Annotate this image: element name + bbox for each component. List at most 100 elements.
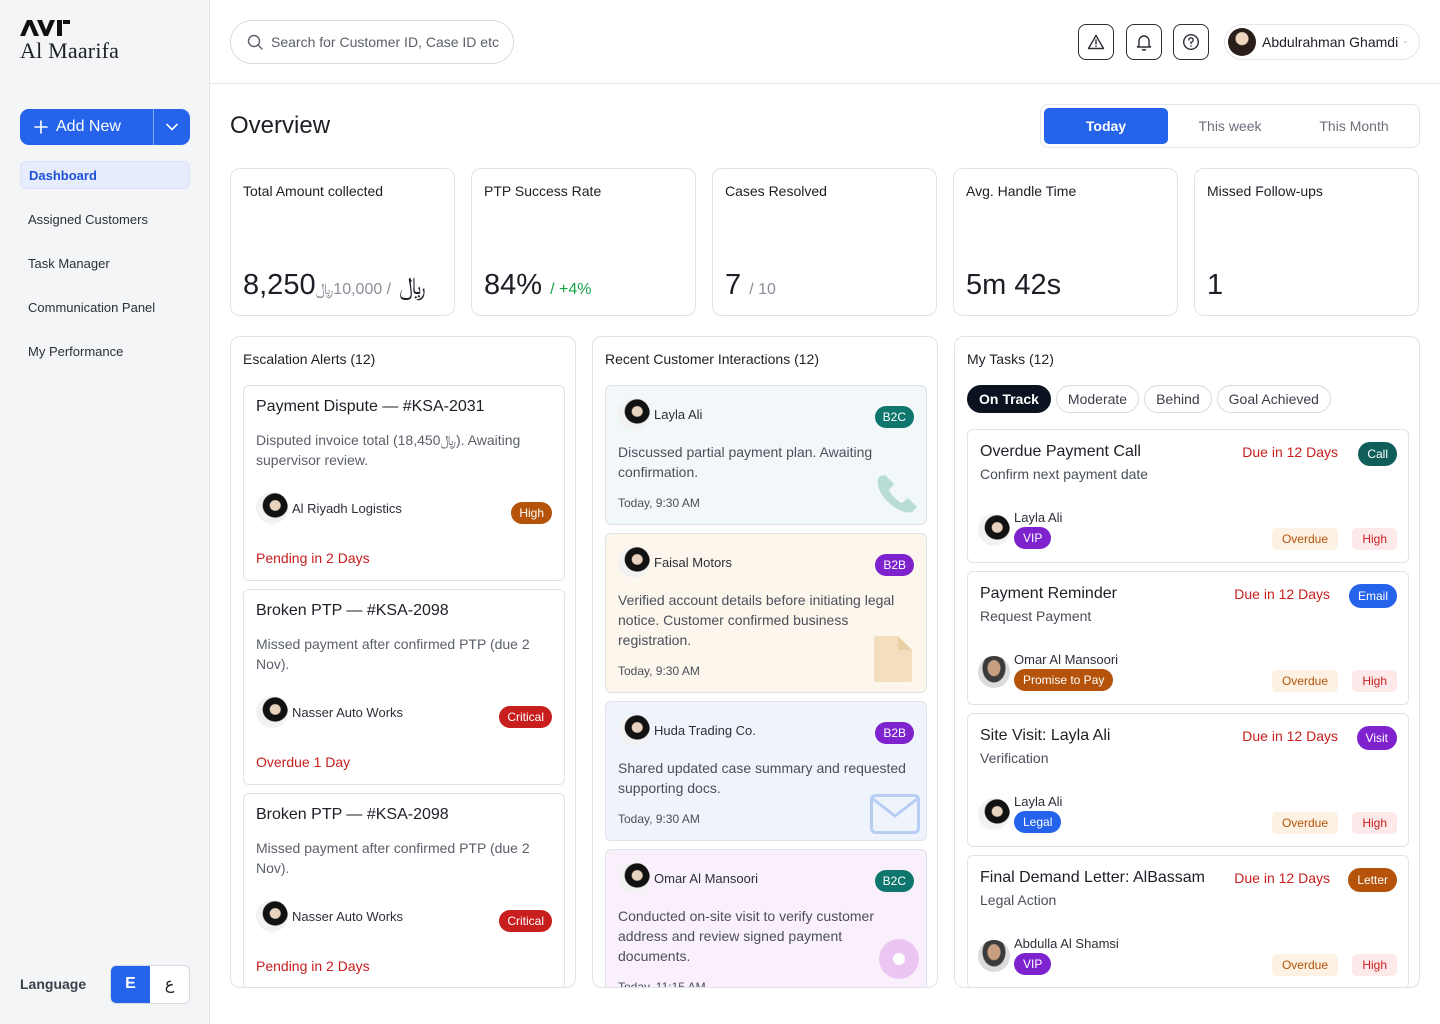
location-icon (879, 939, 919, 979)
period-today-button[interactable]: Today (1044, 108, 1168, 144)
customer-name: Nasser Auto Works (292, 704, 404, 720)
notifications-button[interactable] (1126, 24, 1162, 60)
escalation-alerts-panel: Escalation Alerts (12) Payment Dispute —… (230, 336, 576, 988)
stat-target: / 10 (749, 281, 776, 298)
filter-on-track[interactable]: On Track (967, 385, 1051, 413)
customer-tag: Legal (1014, 811, 1062, 833)
task-card[interactable]: Overdue Payment Call Confirm next paymen… (967, 429, 1409, 563)
language-switcher: Language E ع (20, 964, 190, 1004)
warning-icon (1087, 34, 1105, 50)
stat-label: Total Amount collected (243, 183, 384, 199)
language-label: Language (20, 976, 87, 992)
filter-behind[interactable]: Behind (1144, 385, 1212, 413)
interaction-customer: Faisal Motors (618, 546, 732, 578)
mail-icon (870, 794, 920, 834)
task-filters: On Track Moderate Behind Goal Achieved (967, 385, 1331, 413)
brand-name: Al Maarifa (20, 38, 120, 63)
customer-name: Omar Al Mansoori (654, 870, 759, 886)
segment-badge: B2C (874, 870, 914, 892)
user-avatar (1228, 28, 1256, 56)
stat-card-handle-time: Avg. Handle Time 5m 42s (953, 168, 1178, 316)
task-type-badge: Email (1348, 584, 1397, 608)
period-week-button[interactable]: This week (1168, 108, 1292, 144)
sidebar-item-communication-panel[interactable]: Communication Panel (20, 293, 190, 321)
alerts-button[interactable] (1078, 24, 1114, 60)
language-english-button[interactable]: E (111, 965, 150, 1003)
sidebar-item-assigned-customers[interactable]: Assigned Customers (20, 205, 190, 233)
task-due: Due in 12 Days (1234, 870, 1330, 886)
assignee-name: Layla Ali (1014, 510, 1063, 525)
escalation-status: Overdue 1 Day (256, 754, 351, 770)
escalation-title: Broken PTP — #KSA-2098 (256, 806, 449, 823)
add-new-label: Add New (56, 118, 121, 135)
task-due: Due in 12 Days (1242, 728, 1338, 744)
escalation-card[interactable]: Broken PTP — #KSA-2098 Missed payment af… (243, 793, 565, 987)
stat-card-ptp-rate: PTP Success Rate 84% / +4% (471, 168, 696, 316)
interaction-card[interactable]: Huda Trading Co. B2B Shared updated case… (605, 701, 927, 841)
task-card[interactable]: Site Visit: Layla Ali Verification Due i… (967, 713, 1409, 847)
sidebar-item-my-performance[interactable]: My Performance (20, 337, 190, 365)
stat-number: 84% (484, 269, 543, 301)
task-subtitle: Legal Action (980, 892, 1057, 908)
escalation-status: Pending in 2 Days (256, 958, 370, 974)
task-card[interactable]: Final Demand Letter: AlBassam Legal Acti… (967, 855, 1409, 987)
task-type-badge: Visit (1356, 726, 1397, 750)
interaction-card[interactable]: Faisal Motors B2B Verified account detai… (605, 533, 927, 693)
escalation-card[interactable]: Payment Dispute — #KSA-2031 Disputed inv… (243, 385, 565, 581)
interaction-customer: Layla Ali (618, 398, 702, 430)
chevron-down-icon (166, 123, 178, 131)
task-assignee-info: Layla Ali VIP (1014, 510, 1062, 549)
stat-value: 8,250 ﷼ / 10,000﷼ (243, 269, 426, 302)
bell-icon (1136, 35, 1152, 51)
user-menu[interactable]: Abdulrahman Ghamdi (1224, 24, 1420, 60)
assignee-name: Omar Al Mansoori (1014, 652, 1119, 667)
period-selector: Today This week This Month (1040, 104, 1420, 148)
filter-moderate[interactable]: Moderate (1055, 385, 1140, 413)
search-input[interactable] (271, 34, 507, 50)
period-month-button[interactable]: This Month (1292, 108, 1416, 144)
stat-number: 7 (725, 269, 742, 301)
add-new-button[interactable]: Add New (20, 109, 153, 145)
user-name: Abdulrahman Ghamdi (1262, 34, 1399, 50)
brand-logo-mark (20, 20, 70, 36)
help-button[interactable] (1173, 24, 1209, 60)
task-assignee-info: Omar Al Mansoori Promise to Pay (1014, 652, 1118, 691)
interaction-description: Conducted on-site visit to verify custom… (618, 908, 874, 964)
priority-badge: High (1352, 670, 1397, 692)
status-badge: Overdue (1271, 812, 1338, 834)
top-bar: Abdulrahman Ghamdi (210, 0, 1440, 84)
escalation-status: Pending in 2 Days (256, 550, 370, 566)
task-due: Due in 12 Days (1234, 586, 1330, 602)
stat-card-missed-followups: Missed Follow-ups 1 (1194, 168, 1419, 316)
escalation-customer: Al Riyadh Logistics (256, 492, 402, 524)
status-badge: Overdue (1271, 670, 1338, 692)
interaction-card[interactable]: Layla Ali B2C Discussed partial payment … (605, 385, 927, 525)
filter-goal-achieved[interactable]: Goal Achieved (1216, 385, 1331, 413)
avatar (256, 492, 288, 524)
brand-logo[interactable]: Al Maarifa (20, 20, 119, 64)
escalation-customer: Nasser Auto Works (256, 696, 403, 728)
plus-icon (34, 120, 48, 134)
add-new-split-button: Add New (20, 109, 190, 145)
language-arabic-button[interactable]: ع (150, 966, 189, 1003)
avatar (978, 655, 1010, 688)
severity-badge: Critical (499, 706, 552, 728)
stat-value: 7 / 10 (725, 269, 776, 302)
segment-badge: B2C (874, 406, 914, 428)
task-card[interactable]: Payment Reminder Request Payment Due in … (967, 571, 1409, 705)
interaction-card[interactable]: Omar Al Mansoori B2C Conducted on-site v… (605, 849, 927, 987)
task-subtitle: Confirm next payment date (980, 466, 1149, 482)
customer-name: Faisal Motors (654, 554, 733, 570)
severity-badge: Critical (499, 910, 552, 932)
task-assignee: Omar Al Mansoori Promise to Pay (978, 652, 1118, 691)
sidebar-item-dashboard[interactable]: Dashboard (20, 161, 190, 189)
sidebar-item-task-manager[interactable]: Task Manager (20, 249, 190, 277)
escalation-description: Missed payment after confirmed PTP (due … (256, 840, 530, 876)
sidebar: Al Maarifa Add New Dashboard Assigned Cu… (0, 0, 210, 1024)
escalation-card[interactable]: Broken PTP — #KSA-2098 Missed payment af… (243, 589, 565, 785)
stat-label: Cases Resolved (725, 183, 827, 199)
task-title: Final Demand Letter: AlBassam (980, 869, 1205, 886)
task-type-badge: Call (1358, 442, 1397, 466)
add-new-dropdown-button[interactable] (154, 109, 190, 145)
avatar (256, 696, 288, 728)
